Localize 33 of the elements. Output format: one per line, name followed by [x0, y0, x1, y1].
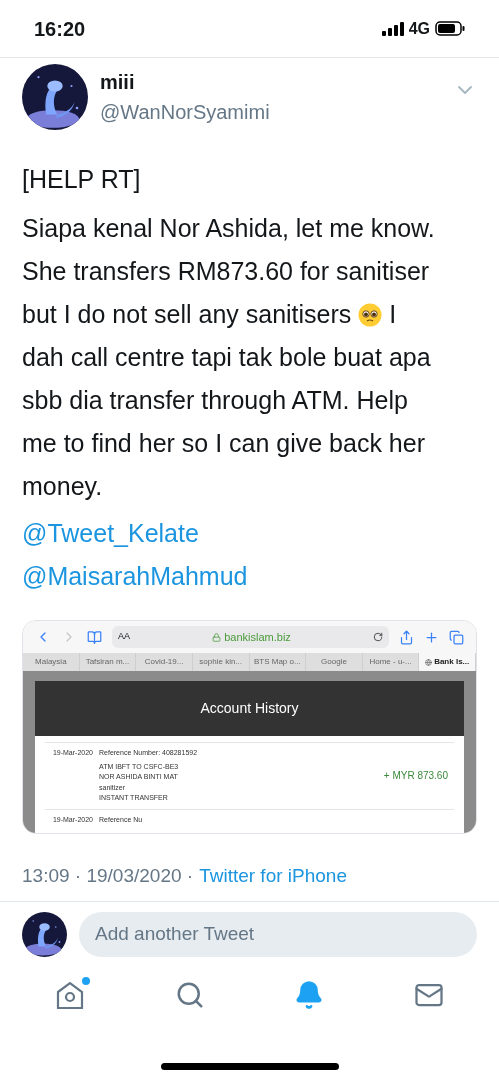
display-name: miii: [100, 70, 136, 95]
signal-icon: [381, 21, 404, 36]
book-icon[interactable]: [87, 629, 102, 645]
address-bar[interactable]: AA bankislam.biz: [112, 626, 389, 648]
battery-icon: [435, 21, 465, 36]
browser-tab[interactable]: Bank Is...: [419, 653, 476, 671]
plus-icon[interactable]: [424, 629, 439, 645]
modal-title: Account History: [200, 699, 299, 718]
tweet-text: dah call centre tapi tak bole buat apa: [22, 342, 431, 373]
tweet-text: but I do not sell any sanitisers: [22, 299, 352, 330]
source-link[interactable]: Twitter for iPhone: [199, 862, 347, 891]
mention-link[interactable]: @Tweet_Kelate: [22, 512, 199, 555]
mention-link[interactable]: @MaisarahMahmud: [22, 555, 248, 598]
tweet-text: She transfers RM873.60 for sanitiser: [22, 256, 430, 287]
transaction-amount: + MYR 873.60: [383, 769, 449, 784]
tweet-text: Siapa kenal Nor Ashida, let me know.: [22, 213, 435, 244]
url-text: bankislam.biz: [224, 629, 291, 645]
network-label: 4G: [408, 18, 430, 39]
user-handle: @WanNorSyamimi: [100, 100, 271, 125]
tweet-text: [HELP RT]: [22, 164, 142, 195]
tweet-text: I: [389, 299, 397, 330]
reader-button[interactable]: AA: [118, 630, 130, 644]
share-icon[interactable]: [399, 629, 414, 645]
globe-icon: [425, 658, 433, 666]
lock-icon: [212, 632, 222, 642]
tweet-text: sbb dia transfer through ATM. Help: [22, 385, 408, 416]
tabs-icon[interactable]: [449, 629, 464, 645]
status-time: 16:20: [34, 16, 86, 42]
reply-field[interactable]: Add another Tweet: [79, 911, 477, 957]
tweet-timestamp: 13:09 · 19/03/2020 ·: [22, 864, 194, 888]
tweet-text: me to find her so I can give back her: [22, 428, 425, 459]
tweet-text: money.: [22, 471, 103, 502]
reload-icon[interactable]: [373, 632, 383, 642]
